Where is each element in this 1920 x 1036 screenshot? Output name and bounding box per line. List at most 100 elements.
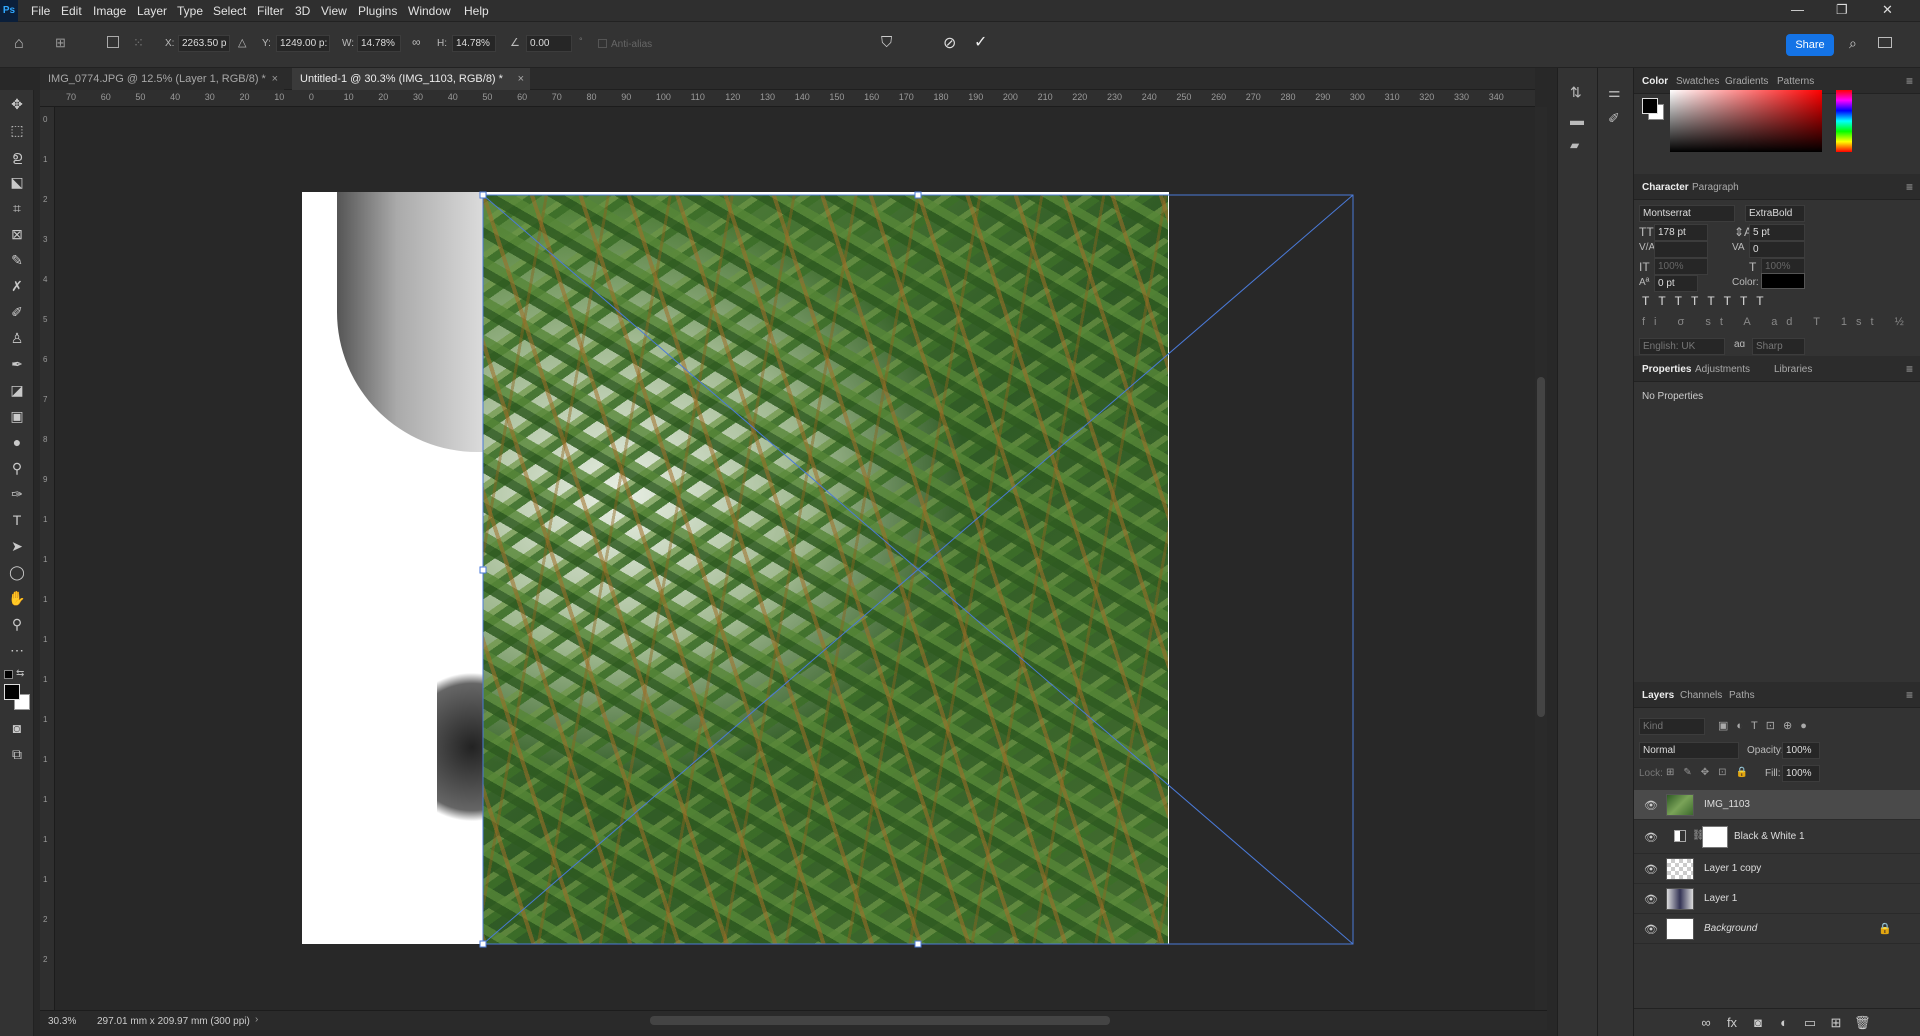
- tab-layers[interactable]: Layers: [1642, 690, 1674, 701]
- y-field[interactable]: 1249.00 p:: [276, 35, 330, 52]
- tab-gradients[interactable]: Gradients: [1725, 76, 1768, 87]
- x-field[interactable]: 2263.50 p: [178, 35, 230, 52]
- vertical-scrollbar[interactable]: [1535, 107, 1547, 1010]
- document-info[interactable]: 297.01 mm x 209.97 mm (300 ppi): [97, 1016, 250, 1027]
- object-select-tool-icon[interactable]: ⬕: [7, 172, 27, 192]
- eyedropper-tool-icon[interactable]: ✎: [7, 250, 27, 270]
- more-tools-icon[interactable]: ⋯: [7, 640, 27, 660]
- default-colors-icon[interactable]: [4, 670, 13, 679]
- panel-menu-icon[interactable]: ≡: [1906, 180, 1913, 194]
- layer-row-layer-1-copy[interactable]: 👁 Layer 1 copy: [1634, 854, 1920, 884]
- transform-bounding-box[interactable]: [55, 107, 1535, 1010]
- tab-untitled-1[interactable]: Untitled-1 @ 30.3% (IMG_1103, RGB/8) * ×: [292, 68, 530, 90]
- font-family-select[interactable]: Montserrat: [1639, 205, 1735, 222]
- tab-close-icon[interactable]: ×: [518, 68, 524, 90]
- tab-character[interactable]: Character: [1642, 182, 1689, 193]
- tab-paragraph[interactable]: Paragraph: [1692, 182, 1739, 193]
- new-adjustment-icon[interactable]: ◐: [1776, 1015, 1792, 1031]
- menu-help[interactable]: Help: [464, 4, 489, 18]
- dodge-tool-icon[interactable]: ⚲: [7, 458, 27, 478]
- pen-tool-icon[interactable]: ✑: [7, 484, 27, 504]
- angle-field[interactable]: 0.00: [526, 35, 572, 52]
- baseline-field[interactable]: 0 pt: [1654, 275, 1698, 292]
- tab-color[interactable]: Color: [1642, 76, 1668, 87]
- layer-row-img-1103[interactable]: 👁 IMG_1103: [1634, 790, 1920, 820]
- tracking-field[interactable]: 0: [1749, 241, 1805, 258]
- menu-file[interactable]: File: [31, 4, 50, 18]
- menu-plugins[interactable]: Plugins: [358, 4, 397, 18]
- layer-row-black-white-1[interactable]: 👁 ⛓ Black & White 1: [1634, 820, 1920, 854]
- eye-icon[interactable]: 👁: [1644, 863, 1658, 876]
- blend-mode-select[interactable]: Normal: [1639, 742, 1739, 759]
- layer-filter-input[interactable]: Kind: [1639, 718, 1705, 735]
- adjust-icon[interactable]: ⚌: [1608, 84, 1621, 101]
- plugins-icon[interactable]: ▰: [1570, 138, 1579, 152]
- tab-img-0774[interactable]: IMG_0774.JPG @ 12.5% (Layer 1, RGB/8) * …: [40, 68, 284, 90]
- reference-point-toggle[interactable]: [107, 36, 119, 48]
- height-field[interactable]: 14.78%: [452, 35, 496, 52]
- panel-menu-icon[interactable]: ≡: [1906, 688, 1913, 702]
- lock-icons[interactable]: ⊞✎✥⊡🔒: [1666, 767, 1757, 778]
- share-button[interactable]: Share: [1786, 34, 1834, 56]
- menu-view[interactable]: View: [321, 4, 347, 18]
- reference-point-icon[interactable]: ⁙: [133, 35, 144, 51]
- layer-mask-thumbnail[interactable]: [1702, 826, 1728, 848]
- search-icon[interactable]: ⌕: [1849, 35, 1857, 52]
- tab-patterns[interactable]: Patterns: [1777, 76, 1814, 87]
- antialias-select[interactable]: Sharp: [1752, 338, 1805, 355]
- cancel-icon[interactable]: ⊘: [943, 33, 956, 53]
- quick-mask-icon[interactable]: ◙: [7, 718, 27, 738]
- frame-tool-icon[interactable]: ⊠: [7, 224, 27, 244]
- layer-row-layer-1[interactable]: 👁 Layer 1: [1634, 884, 1920, 914]
- width-field[interactable]: 14.78%: [357, 35, 401, 52]
- menu-layer[interactable]: Layer: [137, 4, 167, 18]
- hue-slider[interactable]: [1836, 90, 1852, 152]
- transform-mode-icon[interactable]: ⊞: [55, 35, 66, 51]
- fill-field[interactable]: 100%: [1782, 765, 1820, 782]
- home-icon[interactable]: ⌂: [14, 35, 24, 53]
- link-icon[interactable]: ∞: [412, 35, 421, 49]
- antialias-checkbox[interactable]: [598, 39, 607, 48]
- swap-colors-icon[interactable]: ⇆: [16, 668, 24, 679]
- zoom-level[interactable]: 30.3%: [48, 1016, 76, 1027]
- stamp-tool-icon[interactable]: ♙: [7, 328, 27, 348]
- tab-close-icon[interactable]: ×: [272, 68, 278, 90]
- leading-field[interactable]: 5 pt: [1749, 224, 1805, 241]
- relative-position-icon[interactable]: △: [238, 36, 246, 49]
- eye-icon[interactable]: 👁: [1644, 893, 1658, 906]
- tab-swatches[interactable]: Swatches: [1676, 76, 1719, 87]
- eye-icon[interactable]: 👁: [1644, 799, 1658, 812]
- new-group-icon[interactable]: ▭: [1802, 1015, 1818, 1031]
- move-tool-icon[interactable]: ✥: [7, 94, 27, 114]
- lasso-tool-icon[interactable]: ഉ: [7, 146, 27, 166]
- layer-row-background[interactable]: 👁 Background 🔒: [1634, 914, 1920, 944]
- menu-type[interactable]: Type: [177, 4, 203, 18]
- gradient-tool-icon[interactable]: ▣: [7, 406, 27, 426]
- menu-image[interactable]: Image: [93, 4, 126, 18]
- tab-libraries[interactable]: Libraries: [1774, 364, 1812, 375]
- close-button[interactable]: ✕: [1882, 2, 1893, 18]
- link-layers-icon[interactable]: ∞: [1698, 1015, 1714, 1031]
- eraser-tool-icon[interactable]: ◪: [7, 380, 27, 400]
- opacity-field[interactable]: 100%: [1782, 742, 1820, 759]
- panel-menu-icon[interactable]: ≡: [1906, 74, 1913, 88]
- text-color-swatch[interactable]: [1761, 273, 1805, 289]
- opentype-buttons[interactable]: fi σ st A ad T 1st ½: [1642, 316, 1913, 328]
- fx-icon[interactable]: fx: [1724, 1015, 1740, 1031]
- type-style-buttons[interactable]: TTTTTTTT: [1642, 294, 1773, 308]
- history-brush-icon[interactable]: ✒: [7, 354, 27, 374]
- color-fg-swatch[interactable]: [1642, 98, 1658, 114]
- workspace-icon[interactable]: [1878, 37, 1892, 48]
- warp-icon[interactable]: ⛉: [881, 34, 892, 51]
- eye-icon[interactable]: 👁: [1644, 831, 1658, 844]
- type-tool-icon[interactable]: T: [7, 510, 27, 530]
- color-picker-field[interactable]: [1670, 90, 1822, 152]
- tab-channels[interactable]: Channels: [1680, 690, 1722, 701]
- new-layer-icon[interactable]: ⊞: [1828, 1015, 1844, 1031]
- zoom-tool-icon[interactable]: ⚲: [7, 614, 27, 634]
- menu-3d[interactable]: 3D: [295, 4, 310, 18]
- panel-menu-icon[interactable]: ≡: [1906, 362, 1913, 376]
- history-icon[interactable]: ⇅: [1570, 84, 1582, 101]
- restore-button[interactable]: ❐: [1836, 2, 1848, 18]
- path-select-icon[interactable]: ➤: [7, 536, 27, 556]
